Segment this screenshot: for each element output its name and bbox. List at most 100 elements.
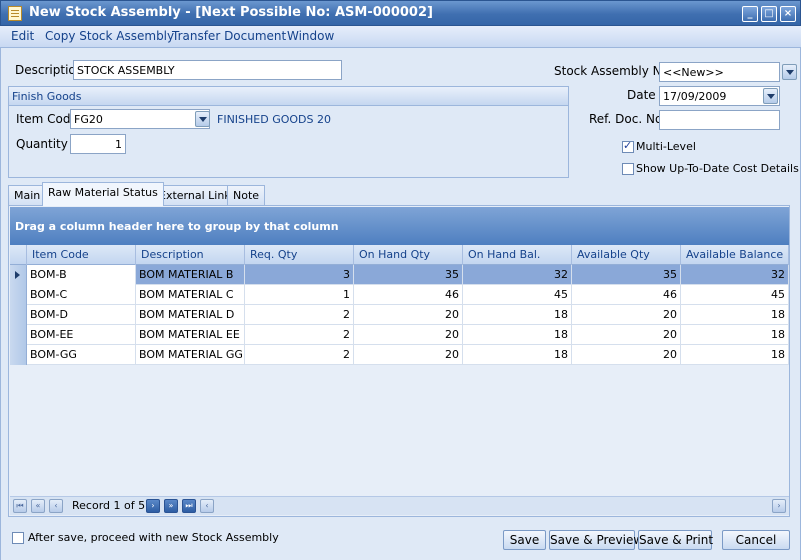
after-save-label: After save, proceed with new Stock Assem…	[28, 531, 279, 544]
cell-available-qty[interactable]: 46	[572, 285, 681, 305]
date-input[interactable]: 17/09/2009	[659, 86, 780, 106]
maximize-button[interactable]: □	[761, 6, 777, 22]
cell-on-hand-qty[interactable]: 20	[354, 305, 463, 325]
tab-raw-material-status[interactable]: Raw Material Status	[42, 182, 164, 206]
next-page-icon[interactable]: »	[164, 499, 178, 513]
cell-on-hand-qty[interactable]: 20	[354, 345, 463, 365]
cell-on-hand-qty[interactable]: 46	[354, 285, 463, 305]
cell-available-balance[interactable]: 45	[681, 285, 789, 305]
cell-on-hand-bal[interactable]: 45	[463, 285, 572, 305]
cell-item-code[interactable]: BOM-EE	[27, 325, 136, 345]
stock-assembly-no-label: Stock Assembly No	[554, 64, 669, 78]
menu-edit[interactable]: Edit	[11, 29, 34, 43]
table-row[interactable]: BOM-D BOM MATERIAL D 2 20 18 20 18	[10, 305, 789, 325]
row-indicator[interactable]	[10, 345, 27, 365]
column-header-available-balance[interactable]: Available Balance	[681, 245, 789, 265]
multi-level-label: Multi-Level	[636, 140, 696, 153]
cell-available-balance[interactable]: 18	[681, 305, 789, 325]
cell-on-hand-bal[interactable]: 18	[463, 305, 572, 325]
cell-req-qty[interactable]: 2	[245, 305, 354, 325]
table-row[interactable]: BOM-C BOM MATERIAL C 1 46 45 46 45	[10, 285, 789, 305]
save-preview-button[interactable]: Save & Preview	[549, 530, 643, 550]
cell-available-balance[interactable]: 18	[681, 325, 789, 345]
cell-req-qty[interactable]: 3	[245, 265, 354, 285]
table-row[interactable]: BOM-GG BOM MATERIAL GG 2 20 18 20 18	[10, 345, 789, 365]
first-record-icon[interactable]: ⏮	[13, 499, 27, 513]
after-save-checkbox[interactable]	[12, 532, 24, 544]
row-indicator[interactable]	[10, 265, 27, 285]
row-indicator[interactable]	[10, 325, 27, 345]
table-row[interactable]: BOM-B BOM MATERIAL B 3 35 32 35 32	[10, 265, 789, 285]
stock-assembly-no-dropdown-button[interactable]	[782, 64, 797, 80]
record-navigator: ⏮ « ‹ Record 1 of 5 › » ⏭ ‹ ›	[10, 496, 789, 515]
column-header-on-hand-bal[interactable]: On Hand Bal.	[463, 245, 572, 265]
cell-available-balance[interactable]: 32	[681, 265, 789, 285]
cell-available-balance[interactable]: 18	[681, 345, 789, 365]
quantity-label: Quantity	[16, 137, 68, 151]
cell-description[interactable]: BOM MATERIAL D	[136, 305, 245, 325]
table-row[interactable]: BOM-EE BOM MATERIAL EE 2 20 18 20 18	[10, 325, 789, 345]
date-label: Date	[627, 88, 656, 102]
cancel-button[interactable]: Cancel	[722, 530, 790, 550]
tab-note[interactable]: Note	[227, 185, 266, 205]
cell-description[interactable]: BOM MATERIAL C	[136, 285, 245, 305]
tab-external-link[interactable]: External Link	[153, 185, 237, 205]
cell-on-hand-bal[interactable]: 18	[463, 345, 572, 365]
stock-assembly-no-input[interactable]: <<New>>	[659, 62, 780, 82]
cell-item-code[interactable]: BOM-GG	[27, 345, 136, 365]
window-title: New Stock Assembly - [Next Possible No: …	[29, 5, 433, 20]
item-code-label: Item Code	[16, 112, 78, 126]
cell-on-hand-qty[interactable]: 20	[354, 325, 463, 345]
cell-description[interactable]: BOM MATERIAL B	[136, 265, 245, 285]
cell-on-hand-bal[interactable]: 18	[463, 325, 572, 345]
cell-on-hand-bal[interactable]: 32	[463, 265, 572, 285]
quantity-input[interactable]: 1	[70, 134, 126, 154]
cell-item-code[interactable]: BOM-D	[27, 305, 136, 325]
cell-on-hand-qty[interactable]: 35	[354, 265, 463, 285]
description-input[interactable]: STOCK ASSEMBLY	[73, 60, 342, 80]
save-button[interactable]: Save	[503, 530, 546, 550]
item-code-input[interactable]: FG20	[70, 109, 210, 129]
previous-page-icon[interactable]: «	[31, 499, 45, 513]
row-indicator[interactable]	[10, 305, 27, 325]
finish-goods-panel: Finish Goods	[8, 86, 569, 178]
ref-doc-no-input[interactable]	[659, 110, 780, 130]
cell-req-qty[interactable]: 2	[245, 345, 354, 365]
minimize-button[interactable]: _	[742, 6, 758, 22]
cell-description[interactable]: BOM MATERIAL EE	[136, 325, 245, 345]
tab-main[interactable]: Main	[8, 185, 47, 205]
column-header-on-hand-qty[interactable]: On Hand Qty	[354, 245, 463, 265]
scroll-right-icon[interactable]: ›	[772, 499, 786, 513]
date-dropdown-button[interactable]	[763, 88, 778, 104]
close-button[interactable]: ×	[780, 6, 796, 22]
group-by-bar[interactable]: Drag a column header here to group by th…	[10, 207, 789, 245]
row-indicator[interactable]	[10, 285, 27, 305]
ref-doc-no-label: Ref. Doc. No	[589, 112, 663, 126]
scroll-left-icon[interactable]: ‹	[200, 499, 214, 513]
cell-available-qty[interactable]: 20	[572, 325, 681, 345]
next-record-icon[interactable]: ›	[146, 499, 160, 513]
previous-record-icon[interactable]: ‹	[49, 499, 63, 513]
cell-available-qty[interactable]: 35	[572, 265, 681, 285]
column-header-req-qty[interactable]: Req. Qty	[245, 245, 354, 265]
last-record-icon[interactable]: ⏭	[182, 499, 196, 513]
menu-transfer-document[interactable]: Transfer Document	[172, 29, 286, 43]
column-header-description[interactable]: Description	[136, 245, 245, 265]
show-cost-checkbox[interactable]	[622, 163, 634, 175]
multi-level-checkbox[interactable]	[622, 139, 634, 153]
column-header-available-qty[interactable]: Available Qty	[572, 245, 681, 265]
menu-window[interactable]: Window	[287, 29, 334, 43]
cell-item-code[interactable]: BOM-B	[27, 265, 136, 285]
save-print-button[interactable]: Save & Print	[638, 530, 713, 550]
cell-available-qty[interactable]: 20	[572, 305, 681, 325]
column-header-item-code[interactable]: Item Code	[27, 245, 136, 265]
grid-header: Item Code Description Req. Qty On Hand Q…	[10, 245, 789, 265]
item-code-dropdown-button[interactable]	[195, 111, 210, 127]
header-indicator	[10, 245, 27, 265]
cell-item-code[interactable]: BOM-C	[27, 285, 136, 305]
cell-description[interactable]: BOM MATERIAL GG	[136, 345, 245, 365]
menu-copy-stock-assembly[interactable]: Copy Stock Assembly	[45, 29, 174, 43]
cell-req-qty[interactable]: 1	[245, 285, 354, 305]
cell-available-qty[interactable]: 20	[572, 345, 681, 365]
cell-req-qty[interactable]: 2	[245, 325, 354, 345]
